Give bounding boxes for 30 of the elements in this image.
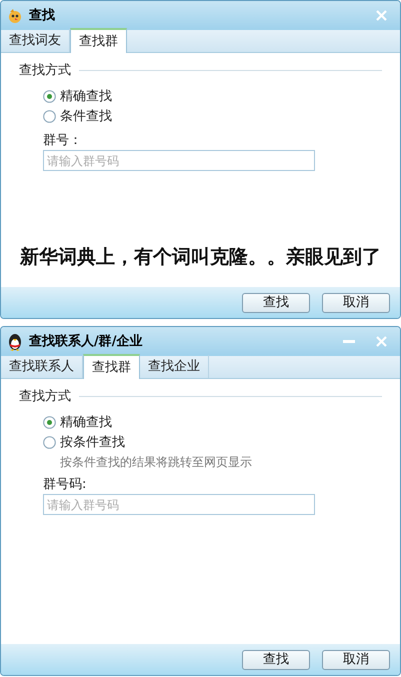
tab[interactable]: 查找群 — [70, 28, 127, 53]
dialog-button[interactable]: 查找 — [242, 292, 310, 312]
minimize-icon[interactable] — [343, 340, 355, 344]
window-title: 查找联系人/群/企业 — [29, 332, 142, 351]
dialog-button[interactable]: 取消 — [322, 650, 390, 670]
hint-text: 按条件查找的结果将跳转至网页显示 — [59, 454, 253, 470]
option-label[interactable]: 条件查找 — [60, 106, 112, 126]
group-number-field[interactable]: 请输入群号码 — [43, 150, 315, 171]
penguin-icon — [7, 332, 23, 351]
tab[interactable]: 查找群 — [83, 354, 140, 379]
field-label: 群号码: — [43, 476, 88, 494]
option-label[interactable]: 精确查找 — [60, 412, 112, 432]
section-label: 查找方式 — [19, 388, 71, 406]
dialog-button[interactable]: 取消 — [322, 292, 390, 312]
bird-icon — [7, 8, 23, 24]
option-label[interactable]: 精确查找 — [60, 86, 112, 106]
section-label: 查找方式 — [19, 62, 71, 80]
option-label[interactable]: 按条件查找 — [60, 432, 125, 452]
radio-button[interactable] — [43, 90, 56, 103]
group-number-field[interactable]: 请输入群号码 — [43, 494, 315, 515]
dialog-button[interactable]: 查找 — [242, 650, 310, 670]
window-title: 查找 — [29, 6, 55, 25]
tab[interactable]: 查找企业 — [140, 355, 209, 378]
close-icon[interactable] — [376, 336, 386, 347]
caption-text: 新华词典上，有个词叫克隆。。亲眼见到了 — [19, 244, 382, 270]
radio-button[interactable] — [43, 436, 56, 449]
radio-button[interactable] — [43, 416, 56, 429]
field-label: 群号： — [43, 132, 83, 150]
radio-button[interactable] — [43, 110, 56, 123]
close-icon[interactable] — [376, 10, 386, 21]
